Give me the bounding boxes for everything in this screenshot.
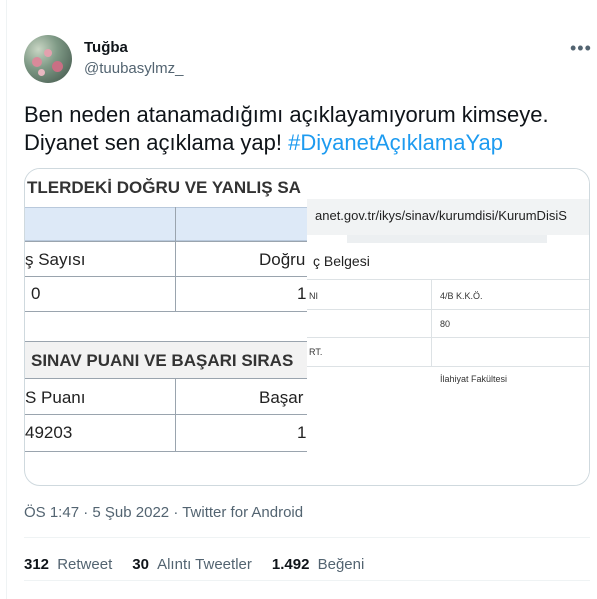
like-count[interactable]: 1.492 Beğeni [272, 556, 364, 573]
like-label: Beğeni [317, 556, 365, 573]
tweet-media[interactable]: TLERDEKİ DOĞRU VE YANLIŞ SA ş Sayısı Doğ… [24, 168, 590, 486]
tweet-text: Ben neden atanamadığımı açıklayamıyorum … [24, 101, 584, 157]
left-row-line [25, 451, 307, 452]
tweet-source[interactable]: Twitter for Android [182, 504, 303, 521]
left-col1-header-2: S Puanı [25, 388, 86, 407]
left-col2-value: 1 [297, 284, 307, 303]
left-column-divider [175, 207, 176, 311]
quote-count[interactable]: 30 Alıntı Tweetler [132, 556, 252, 573]
hashtag-link[interactable]: #DiyanetAçıklamaYap [288, 130, 503, 155]
tweet-date[interactable]: 5 Şub 2022 [92, 504, 169, 521]
tweet-time[interactable]: ÖS 1:47 [24, 504, 79, 521]
more-horizontal-icon[interactable]: ••• [570, 38, 592, 59]
right-row-line [307, 309, 589, 310]
left-blue-header-row [25, 207, 307, 241]
retweet-number: 312 [24, 556, 50, 573]
divider [24, 580, 590, 581]
media-image-right[interactable]: anet.gov.tr/ikys/sinav/kurumdisi/KurumDi… [307, 169, 589, 485]
retweet-count[interactable]: 312 Retweet [24, 556, 112, 573]
right-row-line [307, 366, 589, 367]
right-column-divider [431, 279, 432, 367]
right-r2-right: 80 [440, 319, 451, 329]
left-row-line [25, 241, 307, 242]
left-col2-header: Doğru [259, 250, 306, 269]
left-row-line [25, 414, 307, 415]
left-col1-value-2: 49203 [25, 423, 73, 442]
avatar[interactable] [24, 35, 72, 83]
right-row-line [307, 337, 589, 338]
left-border [6, 0, 7, 599]
tweet-text-line1: Ben neden atanamadığımı açıklayamıyorum … [24, 102, 549, 127]
right-r4-right: İlahiyat Fakültesi [440, 374, 508, 384]
left-column-divider [175, 378, 176, 452]
left-row-line [25, 378, 307, 379]
tweet-timestamp[interactable]: ÖS 1:47 · 5 Şub 2022 · Twitter for Andro… [24, 504, 303, 521]
left-col2-header-2: Başar [259, 388, 304, 407]
like-number: 1.492 [271, 556, 310, 573]
left-col2-value-2: 1 [297, 423, 307, 442]
faded-text-line [347, 235, 547, 243]
right-r1-left: NI [309, 291, 318, 301]
divider [24, 537, 590, 538]
right-r1-right: 4/B K.K.Ö. [440, 291, 483, 301]
left-col1-header: ş Sayısı [25, 250, 86, 269]
right-r3-left: RT. [309, 347, 323, 357]
media-image-left[interactable]: TLERDEKİ DOĞRU VE YANLIŞ SA ş Sayısı Doğ… [25, 169, 307, 455]
meta-separator: · [83, 504, 89, 521]
browser-url: anet.gov.tr/ikys/sinav/kurumdisi/KurumDi… [315, 208, 567, 223]
right-row-line [307, 279, 589, 280]
left-title-2: SINAV PUANI VE BAŞARI SIRAS [31, 351, 294, 370]
document-heading: ç Belgesi [313, 253, 370, 269]
left-row-line [25, 311, 307, 312]
author-handle[interactable]: @tuubasylmz_ [84, 60, 183, 77]
tweet-stats: 312 Retweet 30 Alıntı Tweetler 1.492 Beğ… [24, 556, 364, 573]
left-row-line [25, 276, 307, 277]
tweet-text-line2-prefix: Diyanet sen açıklama yap! [24, 130, 289, 155]
tweet-text-line2: Diyanet sen açıklama yap! #DiyanetAçıkla… [24, 129, 584, 157]
retweet-label: Retweet [57, 556, 113, 573]
quote-label: Alıntı Tweetler [157, 556, 252, 573]
quote-number: 30 [132, 556, 149, 573]
meta-separator: · [173, 504, 179, 521]
left-title: TLERDEKİ DOĞRU VE YANLIŞ SA [27, 178, 301, 197]
author-display-name[interactable]: Tuğba [84, 39, 128, 56]
left-col1-value: 0 [31, 284, 41, 303]
